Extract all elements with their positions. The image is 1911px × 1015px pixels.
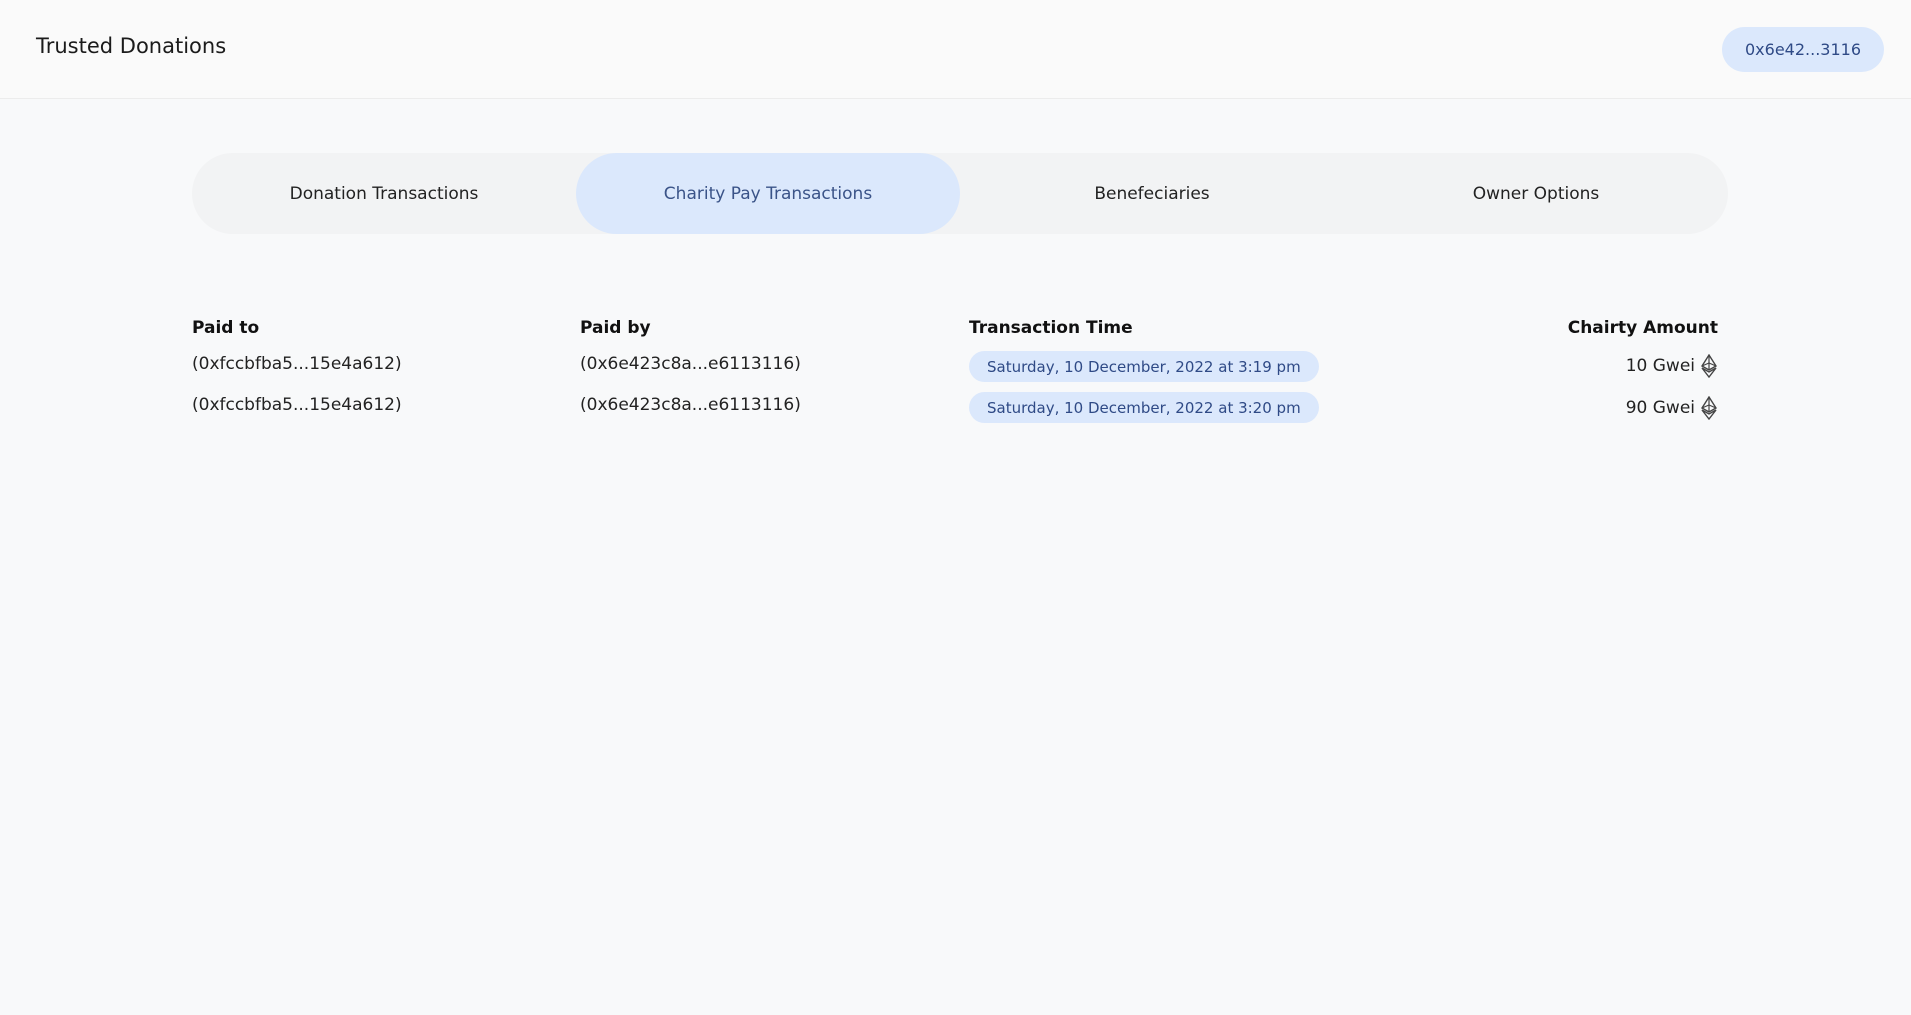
ethereum-icon — [1701, 354, 1717, 378]
transaction-time-badge: Saturday, 10 December, 2022 at 3:20 pm — [969, 392, 1319, 423]
paid-by-address: (0x6e423c8a...e6113116) — [580, 354, 801, 374]
paid-to-address: (0xfccbfba5...15e4a612) — [192, 395, 402, 415]
transaction-time-badge: Saturday, 10 December, 2022 at 3:19 pm — [969, 351, 1319, 382]
column-header-paid-to: Paid to — [192, 318, 260, 338]
amount-value: 90 Gwei — [1625, 398, 1695, 418]
app-header: Trusted Donations 0x6e42...3116 — [0, 0, 1911, 99]
charity-amount: 90 Gwei — [1626, 396, 1717, 420]
tab-owner-options[interactable]: Owner Options — [1344, 153, 1728, 234]
column-header-transaction-time: Transaction Time — [969, 318, 1133, 338]
tab-charity-pay-transactions[interactable]: Charity Pay Transactions — [576, 153, 960, 234]
charity-amount: 10 Gwei — [1626, 354, 1717, 378]
paid-by-address: (0x6e423c8a...e6113116) — [580, 395, 801, 415]
column-header-amount: Chairty Amount — [1567, 318, 1718, 338]
amount-value: 10 Gwei — [1625, 356, 1695, 376]
wallet-address-button[interactable]: 0x6e42...3116 — [1722, 27, 1884, 72]
ethereum-icon — [1701, 396, 1717, 420]
app-title: Trusted Donations — [36, 34, 227, 58]
paid-to-address: (0xfccbfba5...15e4a612) — [192, 354, 402, 374]
tab-benefeciaries[interactable]: Benefeciaries — [960, 153, 1344, 234]
column-header-paid-by: Paid by — [580, 318, 651, 338]
tab-donation-transactions[interactable]: Donation Transactions — [192, 153, 576, 234]
tab-bar: Donation Transactions Charity Pay Transa… — [192, 153, 1728, 234]
